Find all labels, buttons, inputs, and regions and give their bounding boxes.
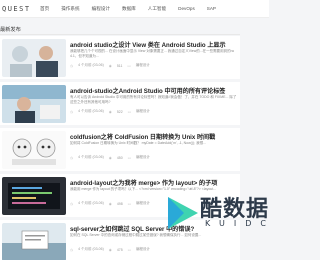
folder-icon: ▭ — [127, 247, 131, 252]
article-excerpt: 如何将 ColdFusion 日期转换为 Unix 时间戳？ myDate = … — [70, 141, 207, 145]
section-divider — [0, 34, 240, 35]
clock-icon: ◷ — [70, 109, 74, 114]
article-title[interactable]: android studio之设计 View 类在 Android Studio… — [70, 40, 238, 49]
article-meta: ◷ 4 个月前 (03-06) ◉ 450 ▭ 编程设计 — [70, 155, 150, 160]
article-card[interactable]: coldfusion之将 ColdFusion 日期转换为 Unix 时间戳 如… — [0, 128, 240, 171]
nav-item-sap[interactable]: SAP — [201, 6, 222, 11]
article-views: 475 — [116, 247, 123, 252]
article-views: 498 — [116, 201, 123, 206]
folder-icon: ▭ — [127, 63, 131, 68]
clock-icon: ◷ — [70, 247, 74, 252]
article-thumbnail[interactable] — [2, 39, 66, 77]
article-thumbnail[interactable] — [2, 131, 66, 169]
article-card[interactable]: android-studio之Android Studio 中可用的所有评论标签… — [0, 82, 240, 125]
article-date: 4 个月前 (03-06) — [78, 155, 104, 159]
article-thumbnail[interactable] — [2, 223, 66, 260]
article-date: 4 个月前 (03-06) — [78, 201, 104, 205]
play-icon — [168, 197, 198, 229]
article-category[interactable]: 编程设计 — [136, 155, 150, 160]
article-views: 511 — [116, 63, 123, 68]
nav-item-home[interactable]: 首页 — [34, 6, 55, 12]
article-meta: ◷ 4 个月前 (03-06) ◉ 511 ▭ 编程设计 — [70, 63, 150, 68]
article-meta: ◷ 4 个月前 (03-06) ◉ 522 ▭ 编程设计 — [70, 109, 150, 114]
article-category[interactable]: 编程设计 — [136, 201, 150, 206]
eye-icon: ◉ — [108, 201, 112, 206]
nav-item-database[interactable]: 数据库 — [116, 6, 142, 12]
article-excerpt: 有人可以告诉 Android Studio 中可用的所有评论标签吗？我知道//我… — [70, 95, 237, 104]
clock-icon: ◷ — [70, 63, 74, 68]
nav-item-ai[interactable]: 人工智能 — [142, 6, 172, 12]
article-title[interactable]: android-studio之Android Studio 中可用的所有评论标签 — [70, 86, 238, 95]
article-thumbnail[interactable] — [2, 85, 66, 123]
article-thumbnail[interactable] — [2, 177, 66, 215]
article-date: 4 个月前 (03-06) — [78, 63, 104, 67]
watermark-subtitle: KUIDC — [205, 219, 275, 228]
eye-icon: ◉ — [108, 247, 112, 252]
article-views: 450 — [116, 155, 123, 160]
site-logo[interactable]: QUEST — [0, 5, 34, 13]
article-category[interactable]: 编程设计 — [136, 63, 150, 68]
clock-icon: ◷ — [70, 155, 74, 160]
article-views: 522 — [116, 109, 123, 114]
folder-icon: ▭ — [127, 109, 131, 114]
nav-item-devops[interactable]: DevOps — [172, 6, 201, 11]
nav-item-os[interactable]: 操作系统 — [55, 6, 85, 12]
eye-icon: ◉ — [108, 63, 112, 68]
section-title: 最新发布 — [0, 27, 21, 33]
folder-icon: ▭ — [127, 201, 131, 206]
nav-item-programming[interactable]: 编程设计 — [86, 6, 116, 12]
eye-icon: ◉ — [108, 109, 112, 114]
article-date: 4 个月前 (03-06) — [78, 109, 104, 113]
article-meta: ◷ 4 个月前 (03-06) ◉ 475 ▭ 编程设计 — [70, 247, 150, 252]
article-category[interactable]: 编程设计 — [136, 109, 150, 114]
top-nav: QUEST 首页 操作系统 编程设计 数据库 人工智能 DevOps SAP — [0, 0, 269, 18]
folder-icon: ▭ — [127, 155, 131, 160]
watermark-logo: 酷数据 KUIDC — [160, 185, 269, 260]
article-title[interactable]: coldfusion之将 ColdFusion 日期转换为 Unix 时间戳 — [70, 132, 238, 141]
article-excerpt: 我能够把几个个可视的... 在设计画面中显示 View 对象需要正... 我通过… — [70, 49, 234, 58]
clock-icon: ◷ — [70, 201, 74, 206]
eye-icon: ◉ — [108, 155, 112, 160]
article-date: 4 个月前 (03-06) — [78, 247, 104, 251]
article-meta: ◷ 4 个月前 (03-06) ◉ 498 ▭ 编程设计 — [70, 201, 150, 206]
article-category[interactable]: 编程设计 — [136, 247, 150, 252]
article-card[interactable]: android studio之设计 View 类在 Android Studio… — [0, 36, 240, 79]
